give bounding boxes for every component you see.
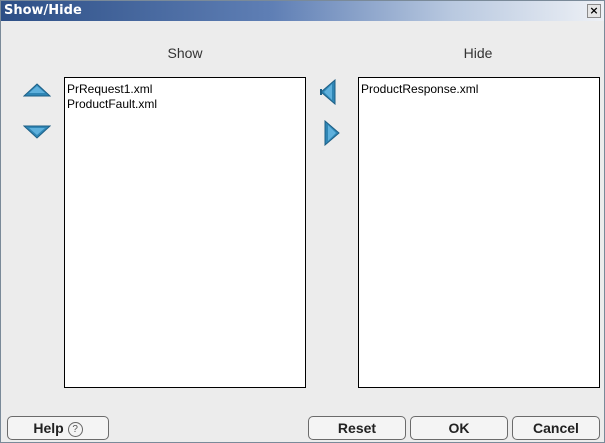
hide-column-header: Hide [463,45,493,61]
show-list[interactable]: PrRequest1.xml ProductFault.xml [64,77,306,388]
ok-label: OK [448,420,470,436]
title-bar: Show/Hide × [1,1,604,21]
cancel-label: Cancel [533,420,579,436]
hide-list[interactable]: ProductResponse.xml [358,77,600,388]
list-item[interactable]: PrRequest1.xml [65,82,305,97]
close-button[interactable]: × [587,4,601,18]
help-label: Help [33,420,64,436]
arrow-right-icon [324,120,340,146]
dialog-title: Show/Hide [4,3,82,18]
move-to-hide-button[interactable] [324,120,340,146]
move-to-show-button[interactable] [320,79,336,105]
cancel-button[interactable]: Cancel [512,416,600,440]
move-up-button[interactable] [23,83,51,97]
show-hide-dialog: Show/Hide × Show Hide PrRequest1.xml Pro… [0,0,605,443]
reset-label: Reset [337,420,377,436]
triangle-up-icon [23,83,51,97]
triangle-down-icon [23,125,51,139]
move-down-button[interactable] [23,125,51,139]
help-icon: ? [67,422,83,437]
reset-button[interactable]: Reset [308,416,406,440]
list-item[interactable]: ProductResponse.xml [359,82,599,97]
list-item[interactable]: ProductFault.xml [65,97,305,112]
close-icon: × [589,4,599,17]
ok-button[interactable]: OK [410,416,508,440]
help-button[interactable]: Help? [7,416,109,440]
arrow-left-icon [320,79,336,105]
show-column-header: Show [167,45,203,61]
